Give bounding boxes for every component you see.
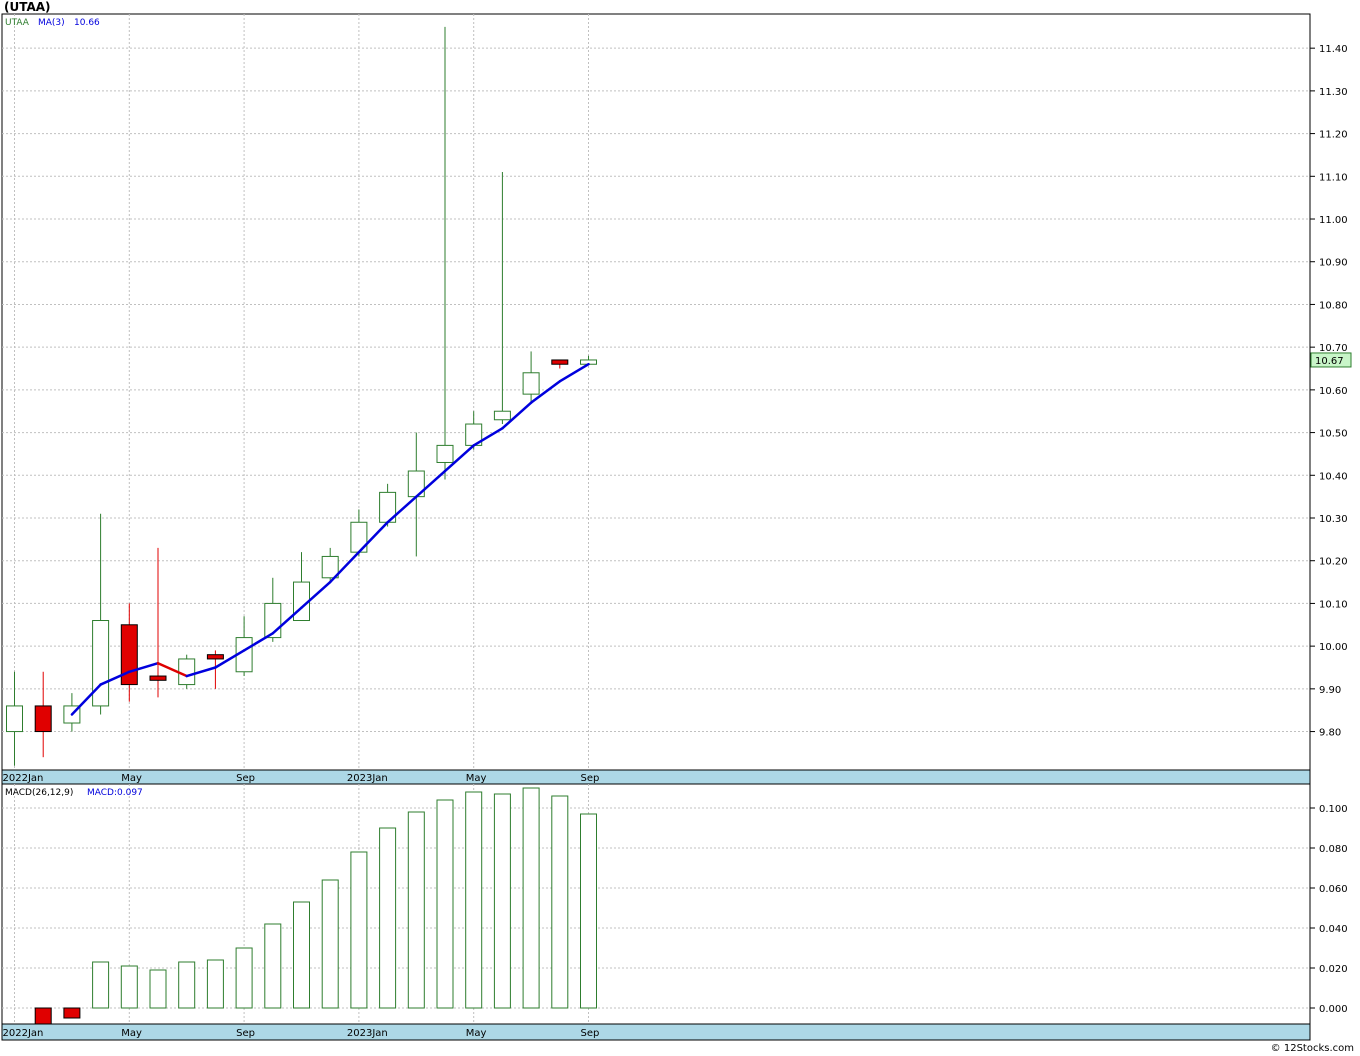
- candle-body: [493, 410, 511, 421]
- candle-body: [92, 620, 110, 707]
- macd-x-axis-band: [1, 1023, 1311, 1041]
- price-x-tick-label: May: [466, 773, 487, 784]
- candle-body: [436, 444, 454, 463]
- macd-bar: [178, 961, 196, 1009]
- candle-body: [149, 675, 167, 681]
- macd-bar: [522, 787, 540, 1009]
- macd-x-tick-label: Sep: [581, 1028, 600, 1039]
- macd-bar: [34, 1007, 52, 1025]
- macd-y-tick-label: 0.080: [1319, 844, 1348, 855]
- price-y-tick-label: 10.50: [1319, 429, 1348, 440]
- copyright-text: © 12Stocks.com: [1270, 1043, 1354, 1054]
- price-y-tick-label: 10.20: [1319, 557, 1348, 568]
- price-x-tick-label: Sep: [236, 773, 255, 784]
- macd-x-tick-label: 2023Jan: [347, 1028, 388, 1039]
- candle-body: [522, 372, 540, 395]
- price-y-tick-label: 9.80: [1319, 728, 1341, 739]
- price-y-tick-label: 10.00: [1319, 642, 1348, 653]
- candle-body: [551, 359, 569, 365]
- macd-panel: [1, 783, 1311, 1025]
- macd-y-tick-label: 0.040: [1319, 924, 1348, 935]
- macd-x-tick-label: May: [121, 1028, 142, 1039]
- macd-bar: [465, 791, 483, 1009]
- price-y-tick-label: 11.10: [1319, 172, 1348, 183]
- candle-body: [206, 654, 224, 660]
- candle-body: [6, 705, 23, 733]
- macd-bar: [293, 901, 310, 1009]
- price-y-tick-label: 11.00: [1319, 215, 1348, 226]
- macd-bar: [321, 879, 339, 1009]
- price-legend-ticker: UTAA: [5, 18, 30, 28]
- macd-y-tick-label: 0.100: [1319, 804, 1348, 815]
- macd-bar: [407, 811, 425, 1009]
- price-y-tick-label: 10.40: [1319, 471, 1348, 482]
- price-x-tick-label: Sep: [581, 773, 600, 784]
- price-y-tick-label: 11.40: [1319, 44, 1348, 55]
- price-y-tick-label: 10.30: [1319, 514, 1348, 525]
- macd-bar: [493, 793, 511, 1009]
- macd-x-tick-label: Sep: [236, 1028, 255, 1039]
- macd-legend-value: MACD:0.097: [87, 788, 143, 798]
- macd-x-tick-label: 2022Jan: [3, 1028, 44, 1039]
- macd-bar: [149, 969, 167, 1009]
- price-y-tick-label: 10.60: [1319, 386, 1348, 397]
- macd-y-tick-label: 0.020: [1319, 964, 1348, 975]
- macd-x-tick-label: May: [466, 1028, 487, 1039]
- price-y-tick-label: 10.10: [1319, 599, 1348, 610]
- price-x-tick-label: May: [121, 773, 142, 784]
- price-legend-ma-value: 10.66: [74, 18, 100, 28]
- candle-body: [34, 705, 52, 733]
- price-y-tick-label: 11.30: [1319, 87, 1348, 98]
- chart-canvas: 2022Jan 2022Jan May May Sep Sep 2023Jan 2023Jan…: [1, 13, 1352, 1041]
- price-x-tick-label: 2023Jan: [347, 773, 388, 784]
- macd-y-tick-label: 0.060: [1319, 884, 1348, 895]
- price-y-tick-label: 10.80: [1319, 300, 1348, 311]
- price-x-tick-label: 2022Jan: [3, 773, 44, 784]
- macd-bar: [379, 827, 397, 1009]
- macd-bar: [264, 923, 282, 1009]
- price-x-axis-band: [1, 769, 1311, 785]
- macd-bar: [120, 965, 138, 1009]
- macd-bar: [63, 1007, 81, 1019]
- price-panel: [1, 13, 1311, 771]
- macd-legend-label: MACD(26,12,9): [5, 788, 73, 798]
- macd-y-tick-label: 0.000: [1319, 1004, 1348, 1015]
- candle-body: [178, 658, 196, 686]
- macd-bar: [206, 959, 224, 1009]
- macd-bar: [551, 795, 569, 1009]
- macd-bar: [436, 799, 454, 1009]
- price-y-tick-label: 10.90: [1319, 258, 1348, 269]
- price-legend-ma: MA(3): [38, 18, 65, 28]
- last-price-label: 10.67: [1315, 356, 1344, 367]
- macd-bar: [92, 961, 110, 1009]
- price-y-tick-label: 9.90: [1319, 685, 1341, 696]
- macd-bar: [235, 947, 253, 1009]
- macd-bar: [580, 813, 597, 1009]
- price-y-tick-label: 11.20: [1319, 130, 1348, 141]
- macd-bar: [350, 851, 368, 1009]
